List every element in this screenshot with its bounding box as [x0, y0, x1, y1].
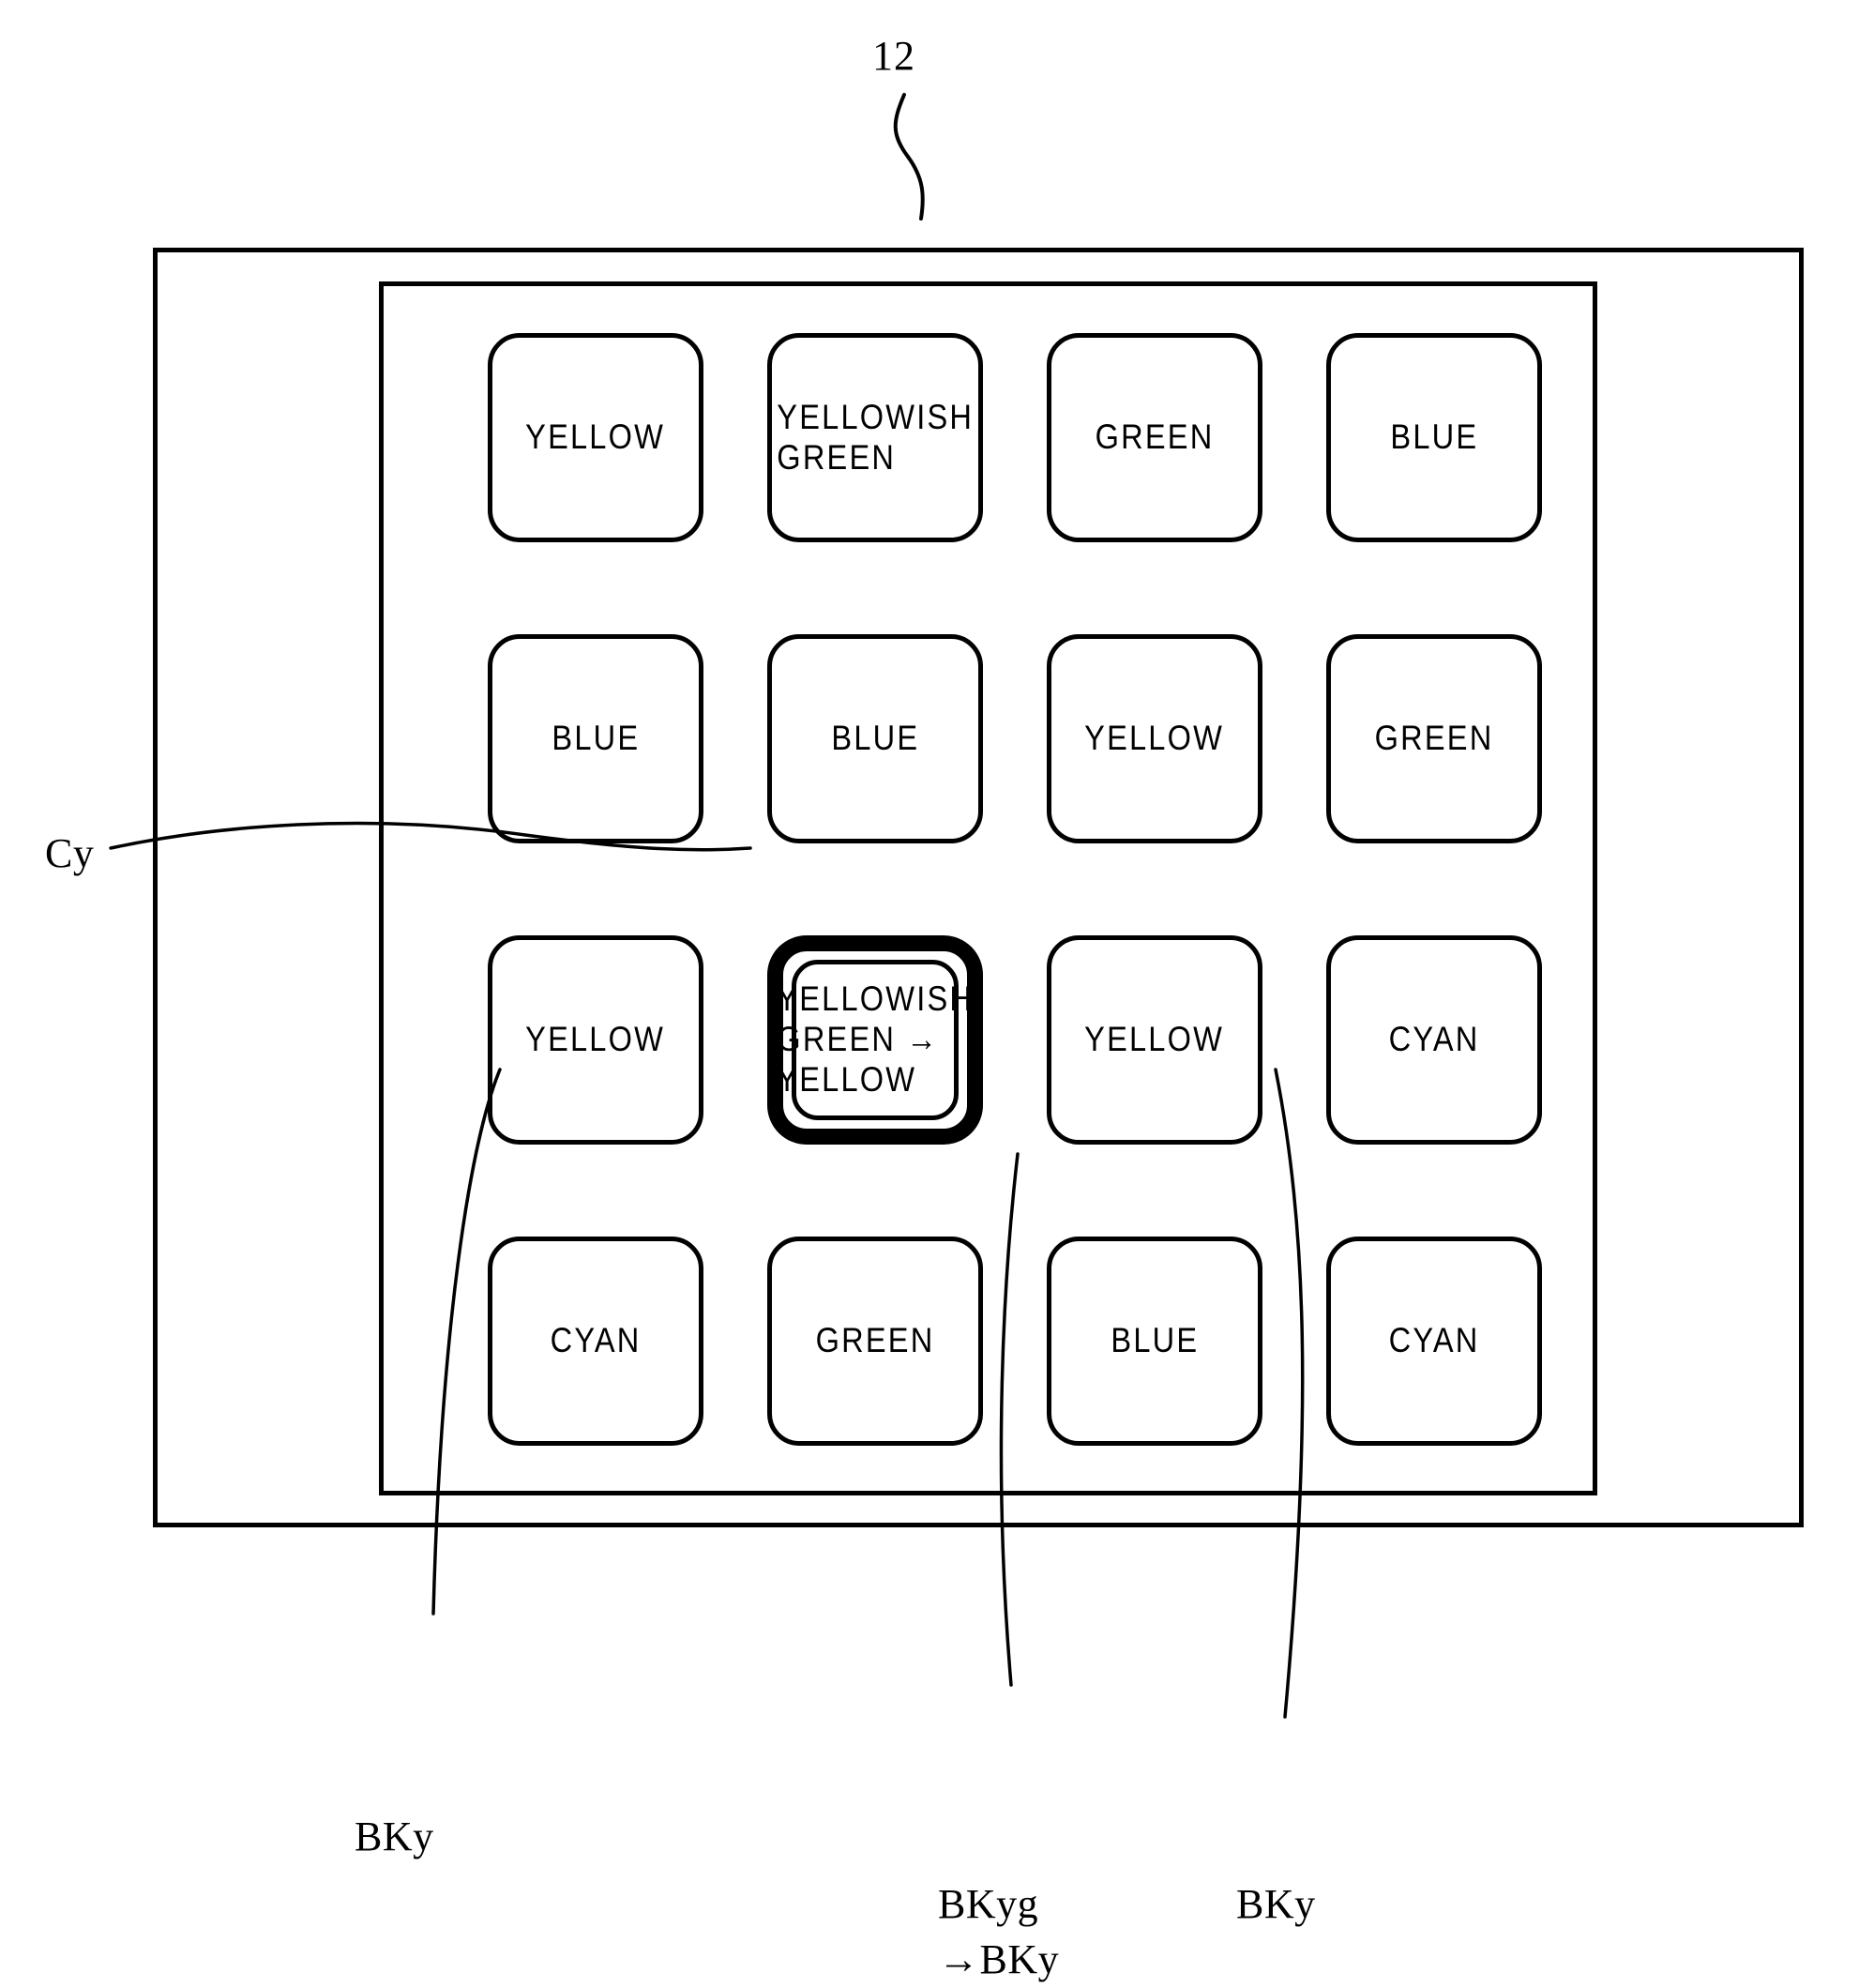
key-label-r1c3: GREEN: [1095, 417, 1215, 457]
key-label-r2c1: BLUE: [552, 719, 640, 758]
key-r3c2[interactable]: YELLOWISH GREEN → YELLOW: [777, 960, 972, 1120]
key-label-r1c1: YELLOW: [525, 417, 666, 457]
callout-label-bkyg-to-bky: BKyg →BKy: [938, 1881, 1060, 1983]
callout-label-cy: Cy: [45, 830, 95, 876]
reference-numeral-leader-line: [893, 93, 925, 220]
key-label-r3c2: YELLOWISH GREEN → YELLOW: [777, 979, 974, 1099]
key-label-r1c4: BLUE: [1390, 417, 1478, 457]
key-r2c3[interactable]: YELLOW: [1047, 634, 1262, 843]
key-label-r3c3: YELLOW: [1084, 1020, 1225, 1059]
callout-label-bky-left: BKy: [355, 1813, 434, 1859]
reference-numeral-12: 12: [872, 33, 915, 79]
key-r3c4[interactable]: CYAN: [1326, 935, 1542, 1145]
key-label-r1c2: YELLOWISH GREEN: [777, 397, 974, 477]
key-r3c1[interactable]: YELLOW: [488, 935, 703, 1145]
key-r1c3[interactable]: GREEN: [1047, 333, 1262, 542]
key-r1c1[interactable]: YELLOW: [488, 333, 703, 542]
key-r4c2[interactable]: GREEN: [767, 1237, 983, 1446]
key-grid: YELLOW YELLOWISH GREEN GREEN BLUE BLUE B…: [488, 333, 1543, 1446]
key-label-r3c4: CYAN: [1388, 1020, 1480, 1059]
key-label-r4c1: CYAN: [550, 1321, 642, 1360]
key-label-r3c1: YELLOW: [525, 1020, 666, 1059]
key-label-r4c3: BLUE: [1111, 1321, 1199, 1360]
key-r2c2[interactable]: BLUE: [767, 634, 983, 843]
key-r1c2[interactable]: YELLOWISH GREEN: [767, 333, 983, 542]
key-r3c2-highlight-cell: YELLOWISH GREEN → YELLOW: [767, 935, 983, 1145]
key-r2c1[interactable]: BLUE: [488, 634, 703, 843]
key-label-r4c4: CYAN: [1388, 1321, 1480, 1360]
key-label-r2c2: BLUE: [831, 719, 919, 758]
key-r4c4[interactable]: CYAN: [1326, 1237, 1542, 1446]
key-label-r2c4: GREEN: [1374, 719, 1494, 758]
key-r3c3[interactable]: YELLOW: [1047, 935, 1262, 1145]
key-label-r2c3: YELLOW: [1084, 719, 1225, 758]
key-r2c4[interactable]: GREEN: [1326, 634, 1542, 843]
callout-label-bky-right: BKy: [1236, 1881, 1316, 1927]
key-r1c4[interactable]: BLUE: [1326, 333, 1542, 542]
key-label-r4c2: GREEN: [815, 1321, 935, 1360]
key-r4c3[interactable]: BLUE: [1047, 1237, 1262, 1446]
key-r4c1[interactable]: CYAN: [488, 1237, 703, 1446]
